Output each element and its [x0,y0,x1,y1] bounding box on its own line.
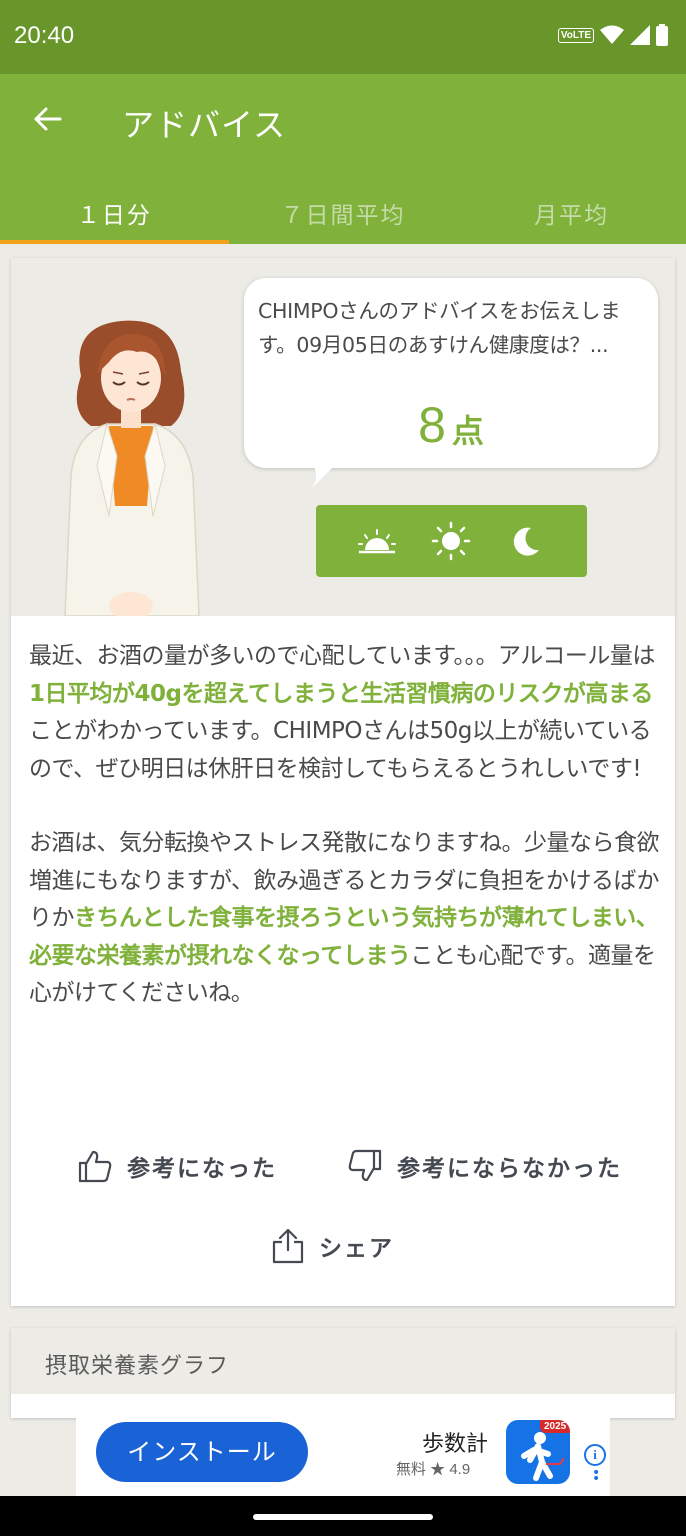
nutrient-graph-title: 摂取栄養素グラフ [11,1328,675,1394]
moon-icon [513,527,539,556]
sun-icon [432,521,471,561]
thumbs-up-icon [78,1150,112,1183]
advice-highlight-text: 1日平均が40gを超えてしまうと生活習慣病のリスクが高まる [29,680,653,707]
tab-seven-day-average[interactable]: ７日間平均 [229,184,458,244]
thumbs-down-icon [348,1149,382,1182]
advice-paragraph-1: 最近、お酒の量が多いので心配しています。。。アルコール量は 1日平均が40gを超え… [29,638,665,788]
page-title: アドバイス [122,106,287,144]
advice-body: 最近、お酒の量が多いので心配しています。。。アルコール量は 1日平均が40gを超え… [29,638,665,1050]
back-arrow-icon[interactable] [32,104,62,134]
status-bar: 20:40 VoLTE [0,0,686,74]
meal-time-switcher [316,505,587,577]
helpful-button[interactable]: 参考になった [77,1148,277,1184]
speech-bubble-tail [308,460,340,488]
ad-app-meta: 無料 ★ 4.9 [396,1461,471,1478]
health-score: 8点 [244,396,658,454]
share-label: シェア [319,1236,394,1262]
period-tabs: １日分 ７日間平均 月平均 [0,184,686,244]
share-button[interactable]: シェア [271,1228,394,1264]
ad-app-icon[interactable]: 2025 [506,1420,570,1484]
health-score-value: 8 [418,397,446,453]
noon-button[interactable] [426,516,476,566]
helpful-label: 参考になった [127,1156,277,1182]
advice-text-segment: ことがわかっています。CHIMPOさんは50g以上が続いているので、ぜひ明日は休… [29,718,652,782]
status-icons: VoLTE [557,24,668,46]
advice-card: CHIMPOさんのアドバイスをお伝えします。09月05日のあすけん健康度は？..… [11,258,675,1306]
system-navigation-bar [0,1496,686,1536]
feedback-actions: 参考になった 参考にならなかった シェア [11,1148,675,1264]
status-time: 20:40 [14,22,75,49]
morning-button[interactable] [352,516,402,566]
advice-hero: CHIMPOさんのアドバイスをお伝えします。09月05日のあすけん健康度は？..… [11,258,675,616]
app-bar: アドバイス １日分 ７日間平均 月平均 [0,74,686,244]
share-icon [272,1228,304,1264]
health-score-unit: 点 [451,412,484,450]
battery-icon [656,24,668,46]
ad-more-icon[interactable]: • • [592,1466,600,1486]
home-gesture-handle[interactable] [253,1514,433,1520]
volte-icon: VoLTE [557,27,594,43]
nutrient-graph-card: 摂取栄養素グラフ [11,1328,675,1418]
ad-year-badge: 2025 [540,1420,570,1433]
wifi-icon [600,25,624,44]
advice-paragraph-2: お酒は、気分転換やストレス発散になりますね。少量なら食欲増進にもなりますが、飲み… [29,825,665,1013]
not-helpful-label: 参考にならなかった [397,1156,622,1182]
tab-monthly-average[interactable]: 月平均 [457,184,686,244]
not-helpful-button[interactable]: 参考にならなかった [347,1148,622,1184]
advice-intro-text: CHIMPOさんのアドバイスをお伝えします。09月05日のあすけん健康度は？..… [258,299,621,357]
ad-banner: インストール 歩数計 無料 ★ 4.9 2025 i • • [76,1412,610,1496]
advice-text-segment: 最近、お酒の量が多いので心配しています。。。アルコール量は [29,643,655,669]
ad-install-button[interactable]: インストール [96,1422,308,1482]
sunrise-icon [358,529,397,554]
ad-app-name: 歩数計 [422,1432,489,1457]
advice-speech-bubble: CHIMPOさんのアドバイスをお伝えします。09月05日のあすけん健康度は？..… [244,278,658,468]
ad-info-icon[interactable]: i [584,1444,606,1466]
tab-one-day[interactable]: １日分 [0,184,229,244]
night-button[interactable] [501,516,551,566]
advisor-character-illustration [64,320,200,616]
signal-icon [630,25,650,45]
